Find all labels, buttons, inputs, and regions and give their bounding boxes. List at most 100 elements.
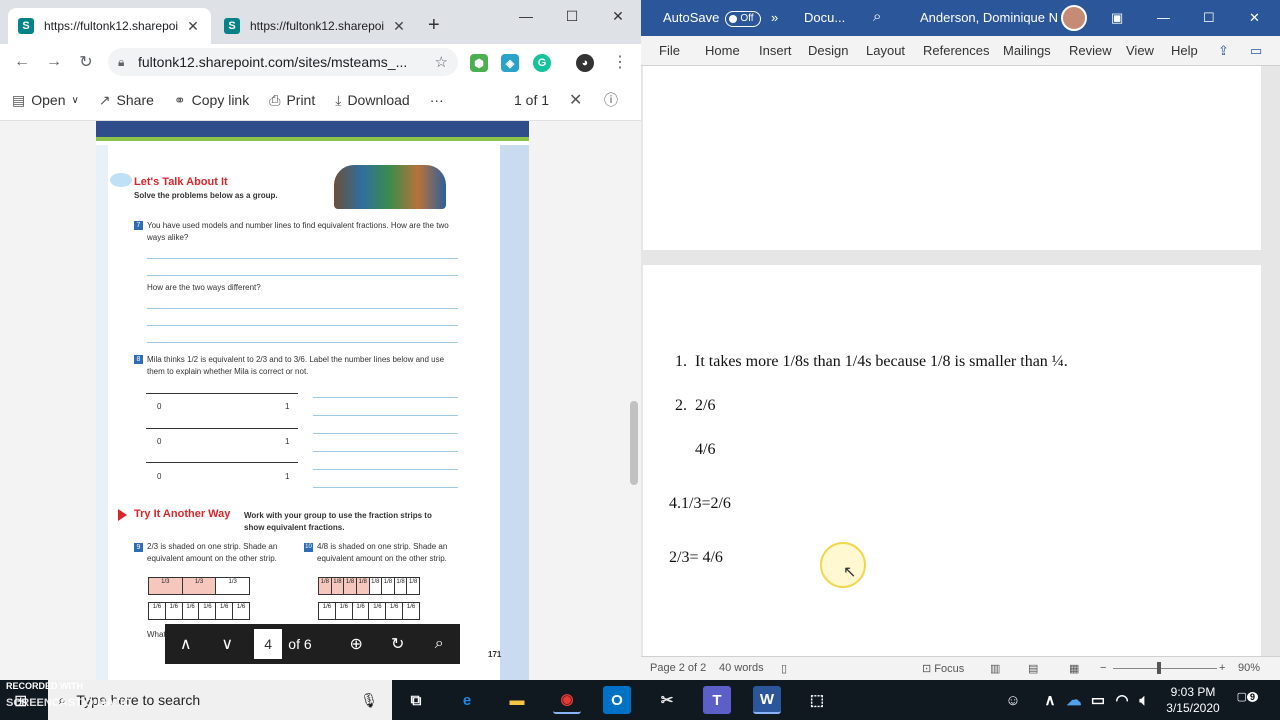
open-button[interactable]: ▤ Open ∨ [12,92,79,109]
tab-insert[interactable]: Insert [759,43,792,58]
fraction-strip-sixths[interactable]: 1/6 1/6 1/6 1/6 1/6 1/6 [318,602,420,620]
zoom-in-icon[interactable]: ⊕ [335,634,377,654]
sharepoint-icon: S [224,18,240,34]
people-icon[interactable]: ☺ [999,686,1027,714]
system-clock[interactable]: 9:03 PM 3/15/2020 [1158,684,1228,716]
tab-design[interactable]: Design [808,43,848,58]
browser-menu-icon[interactable]: ⋮ [612,52,628,72]
bookmark-star-icon[interactable]: ☆ [435,53,448,71]
focus-icon: ⊡ [922,663,935,675]
fraction-strip-sixths[interactable]: 1/6 1/6 1/6 1/6 1/6 1/6 [148,602,250,620]
tab-review[interactable]: Review [1069,43,1112,58]
document-page-2[interactable]: 1. It takes more 1/8s than 1/4s because … [643,265,1261,656]
scrollbar-thumb[interactable] [630,401,638,485]
open-icon: ▤ [12,91,26,108]
clock-date: 3/15/2020 [1166,701,1220,715]
extension-icon[interactable]: ⬢ [470,54,488,72]
proofing-icon[interactable]: ▯ [781,662,787,675]
share-icon[interactable]: ⇪ [1218,43,1229,59]
more-commands-icon[interactable]: » [771,10,778,25]
page-indicator[interactable]: Page 2 of 2 [650,662,706,674]
ribbon-display-icon[interactable]: ▣ [1111,10,1123,26]
action-center-button[interactable]: ▢ 9 [1236,690,1258,710]
chrome-icon[interactable]: ◉ [553,686,581,714]
fraction-strip-eighths[interactable]: 1/8 1/8 1/8 1/8 1/8 1/8 1/8 1/8 [318,577,420,595]
tab-layout[interactable]: Layout [866,43,905,58]
toggle-switch[interactable]: Off [725,10,762,27]
task-view-icon[interactable]: ⧉ [402,686,430,714]
file-explorer-icon[interactable]: ▬ [503,686,531,714]
download-button[interactable]: ⤓ Download [335,92,409,109]
teams-icon[interactable]: T [703,686,731,714]
lets-talk-heading: Let's Talk About It [134,176,228,188]
avatar[interactable] [1061,5,1087,31]
word-status-bar: Page 2 of 2 40 words ▯ ⊡ Focus ▥ ▤ ▦ − +… [641,656,1280,680]
search-icon[interactable]: ⌕ [418,635,460,653]
maximize-icon[interactable]: ☐ [1203,10,1215,26]
tab-sharepoint-1[interactable]: S https://fultonk12.sharepoi ✕ [8,8,211,44]
minimize-icon[interactable]: — [1157,10,1170,25]
taskbar: ⊞ ⌕ Type here to search 🎙︎ ⧉ e ▬ ◉ O ✂ T… [0,680,1280,720]
forward-icon[interactable]: → [38,46,70,78]
zoom-slider[interactable] [1113,668,1217,669]
document-page-1[interactable] [643,66,1261,250]
profile-avatar[interactable]: ◕ [576,54,594,72]
close-tab-icon[interactable]: ✕ [185,18,201,35]
document-title[interactable]: Docu... [804,10,845,25]
close-window-icon[interactable]: ✕ [595,2,641,30]
pdf-viewer[interactable]: Let's Talk About It Solve the problems b… [0,121,641,680]
close-window-icon[interactable]: ✕ [1249,10,1260,26]
autosave-toggle[interactable]: AutoSave Off [663,10,762,27]
outlook-icon[interactable]: O [603,686,631,714]
zoom-out-icon[interactable]: − [1100,662,1106,674]
address-bar[interactable]: 🔒︎ fultonk12.sharepoint.com/sites/msteam… [108,48,458,76]
close-viewer-icon[interactable]: ✕ [569,90,582,110]
microphone-icon[interactable]: 🎙︎ [360,692,378,709]
zoom-in-icon[interactable]: + [1219,662,1225,674]
print-button[interactable]: ⎙ Print [269,92,315,109]
volume-icon[interactable]: 🔈︎ [1130,686,1158,714]
focus-button[interactable]: ⊡ Focus [922,662,964,675]
edge-icon[interactable]: e [453,686,481,714]
tab-mailings[interactable]: Mailings [1003,43,1051,58]
share-button[interactable]: ↗ Share [99,92,154,109]
tab-home[interactable]: Home [705,43,740,58]
minimize-icon[interactable]: — [503,2,549,30]
next-page-icon[interactable]: ∨ [207,634,249,654]
fraction-strip-thirds[interactable]: 1/3 1/3 1/3 [148,577,250,595]
tab-file[interactable]: File [659,43,680,58]
rotate-icon[interactable]: ↻ [377,634,419,654]
tab-sharepoint-2[interactable]: S https://fultonk12.sharepoi ✕ [214,8,417,44]
more-button[interactable]: ··· [430,92,444,108]
tab-help[interactable]: Help [1171,43,1198,58]
question-9-text: 2/3 is shaded on one strip. Shade an equ… [147,542,278,563]
maximize-icon[interactable]: ☐ [549,2,595,30]
search-icon[interactable]: ⌕ [873,8,881,25]
word-icon[interactable]: W [753,686,781,714]
screen-recorder-icon[interactable]: ⬚ [803,686,831,714]
answer-2-number: 2. [675,397,687,414]
viewer-scrollbar[interactable] [627,121,641,680]
print-layout-icon[interactable]: ▤ [1028,662,1038,675]
snipping-tool-icon[interactable]: ✂ [653,686,681,714]
zoom-slider-thumb[interactable] [1157,662,1161,674]
grammarly-icon[interactable]: G [533,54,551,72]
word-count[interactable]: 40 words [719,662,764,674]
new-tab-button[interactable]: + [428,14,440,37]
web-layout-icon[interactable]: ▦ [1069,662,1079,675]
copy-link-button[interactable]: ⚭ Copy link [174,92,249,109]
close-tab-icon[interactable]: ✕ [391,18,407,35]
previous-page-icon[interactable]: ∧ [165,634,207,654]
tab-references[interactable]: References [923,43,989,58]
tab-view[interactable]: View [1126,43,1154,58]
reload-icon[interactable]: ↻ [70,46,102,78]
document-canvas[interactable]: 1. It takes more 1/8s than 1/4s because … [641,66,1280,656]
user-name[interactable]: Anderson, Dominique N [920,10,1058,25]
page-number-input[interactable]: 4 [254,629,283,659]
info-icon[interactable]: ⓘ [604,90,618,110]
zoom-level[interactable]: 90% [1238,662,1260,674]
back-icon[interactable]: ← [6,46,38,78]
comments-icon[interactable]: ▭ [1250,43,1262,59]
extension-icon[interactable]: ◈ [501,54,519,72]
read-mode-icon[interactable]: ▥ [990,662,1000,675]
